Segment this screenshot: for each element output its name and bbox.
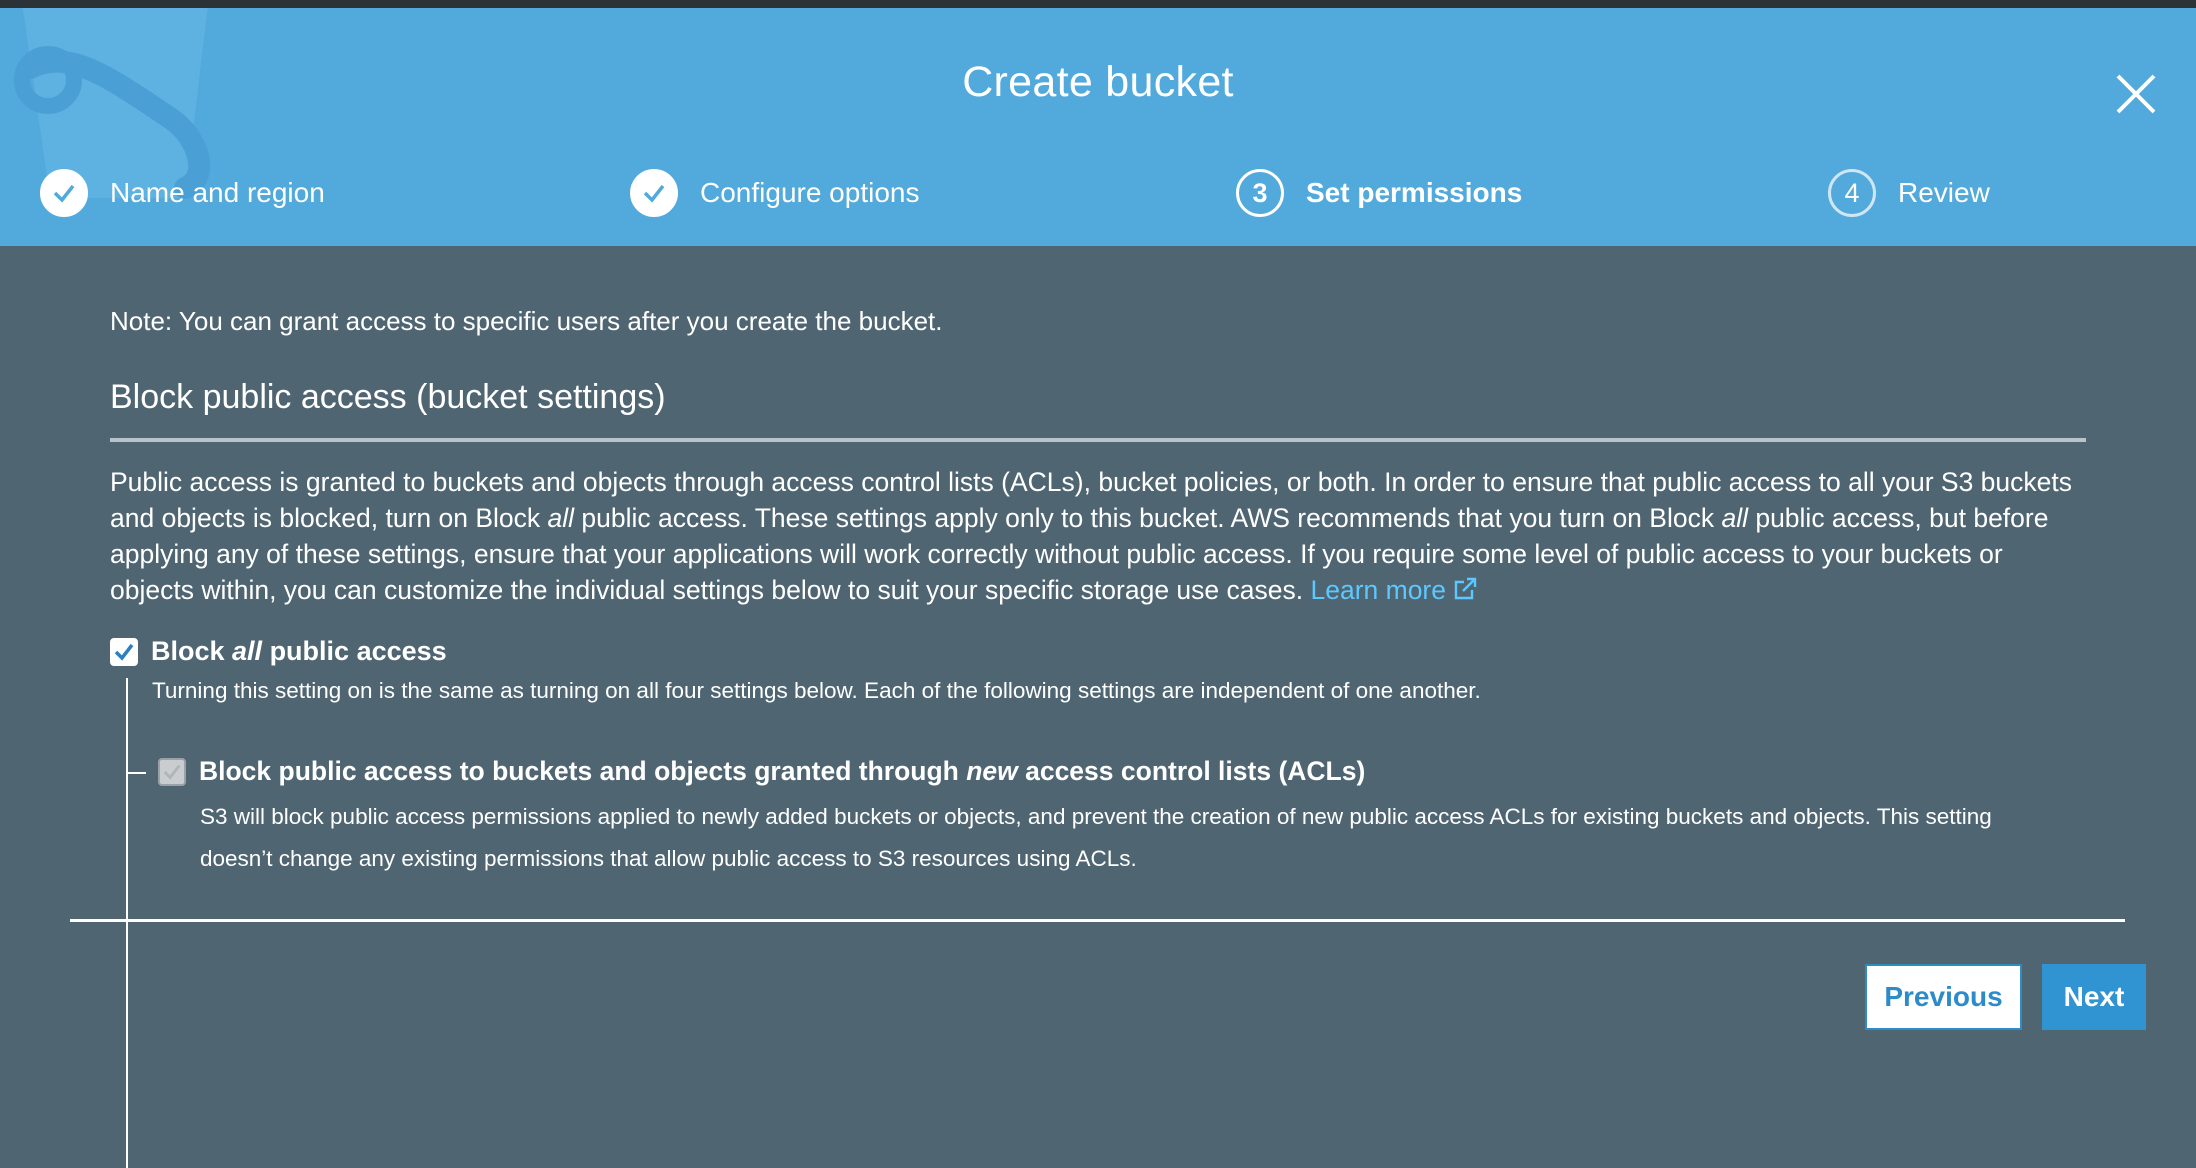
section-title: Block public access (bucket settings): [110, 378, 666, 416]
step-name-and-region[interactable]: Name and region: [40, 166, 325, 220]
section-divider: [110, 438, 2086, 442]
tree-branch: [126, 772, 146, 774]
next-button[interactable]: Next: [2042, 964, 2146, 1030]
block-all-label: Block all public access: [151, 636, 447, 667]
section-description: Public access is granted to buckets and …: [110, 464, 2086, 608]
check-icon: [630, 169, 678, 217]
learn-more-label: Learn more: [1310, 575, 1446, 605]
step-label: Name and region: [110, 177, 325, 208]
label-emphasis: new: [966, 756, 1018, 786]
check-icon: [40, 169, 88, 217]
close-icon: [2116, 74, 2156, 114]
tree-connector: [126, 678, 128, 1168]
step-number-badge: 4: [1828, 169, 1876, 217]
external-link-icon: [1454, 577, 1477, 600]
checkmark-icon: [163, 764, 181, 780]
previous-button[interactable]: Previous: [1865, 964, 2022, 1030]
step-label: Configure options: [700, 177, 920, 208]
description-emphasis: all: [547, 503, 575, 533]
step-label: Review: [1898, 177, 1990, 208]
description-text: public access. These settings apply only…: [574, 503, 1722, 533]
block-new-acls-label: Block public access to buckets and objec…: [199, 756, 1365, 787]
label-text: Block public access to buckets and objec…: [199, 756, 967, 786]
block-new-acls-checkbox: [158, 757, 186, 786]
block-all-checkbox[interactable]: [110, 637, 138, 666]
block-all-description: Turning this setting on is the same as t…: [152, 678, 1481, 703]
dialog-header: Create bucket Name and region Configure …: [0, 8, 2196, 246]
note-text: Note: You can grant access to specific u…: [110, 306, 943, 336]
learn-more-link[interactable]: Learn more: [1310, 575, 1478, 605]
step-configure-options[interactable]: Configure options: [630, 166, 919, 220]
checkmark-icon: [114, 643, 134, 661]
step-set-permissions[interactable]: 3 Set permissions: [1236, 166, 1522, 220]
block-new-acls-setting: Block public access to buckets and objec…: [158, 756, 1365, 787]
window-top-strip: [0, 0, 2196, 8]
label-text: Block: [151, 636, 233, 666]
description-emphasis: all: [1721, 503, 1748, 533]
step-label: Set permissions: [1306, 177, 1523, 208]
block-new-acls-description: S3 will block public access permissions …: [200, 804, 1992, 871]
step-number-badge: 3: [1236, 169, 1284, 217]
label-text: public access: [262, 636, 447, 666]
label-emphasis: all: [232, 636, 263, 666]
settings-bottom-divider: [70, 919, 2125, 922]
close-button[interactable]: [2114, 72, 2158, 116]
block-all-setting[interactable]: Block all public access: [110, 636, 447, 667]
label-text: access control lists (ACLs): [1017, 756, 1366, 786]
step-review[interactable]: 4 Review: [1828, 166, 1990, 220]
dialog-title: Create bucket: [962, 58, 1234, 106]
